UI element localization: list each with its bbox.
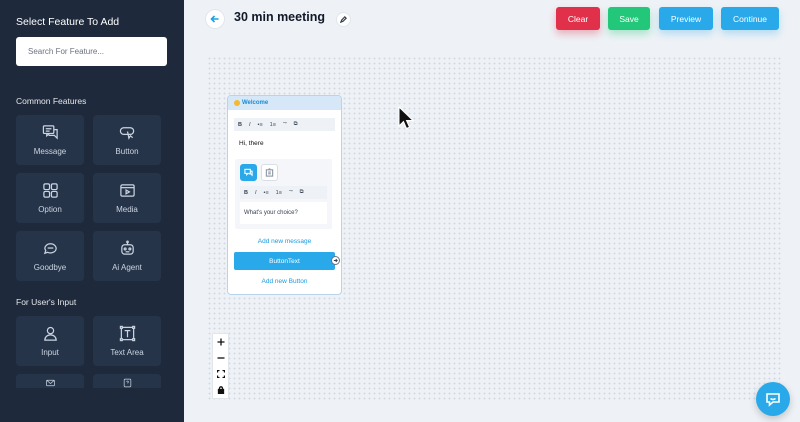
- feature-tile-label: Text Area: [110, 348, 144, 357]
- link-button[interactable]: ⧉: [300, 189, 304, 196]
- feature-tile-question-partial[interactable]: [93, 374, 161, 388]
- feature-sidebar: Select Feature To Add Common Features Me…: [0, 0, 184, 422]
- feature-tile-label: Input: [41, 348, 59, 357]
- bullet-list-button[interactable]: •≡: [264, 190, 269, 196]
- numbered-list-button[interactable]: 1≡: [276, 190, 282, 196]
- save-button[interactable]: Save: [608, 7, 650, 30]
- choice-format-toolbar: B I •≡ 1≡ “” ⧉: [240, 186, 327, 199]
- common-features-heading: Common Features: [16, 96, 87, 106]
- quote-button[interactable]: “”: [283, 122, 287, 128]
- edit-title-button[interactable]: [337, 13, 350, 26]
- link-button[interactable]: ⧉: [294, 121, 298, 128]
- text-area-icon: [119, 325, 135, 342]
- feature-search-input[interactable]: [16, 37, 167, 66]
- arrow-right-icon: [333, 258, 338, 263]
- feature-tile-label: Button: [115, 147, 139, 156]
- question-icon: [123, 378, 131, 388]
- choice-question-field[interactable]: What's your choice?: [240, 202, 327, 224]
- options-type-tab[interactable]: [261, 164, 278, 181]
- plus-icon: [217, 338, 224, 346]
- node-header[interactable]: Welcome: [228, 96, 341, 110]
- feature-tile-label: Goodbye: [33, 263, 67, 272]
- fit-view-button[interactable]: [213, 366, 228, 382]
- output-connector[interactable]: [331, 256, 340, 265]
- mail-icon: [45, 379, 55, 387]
- user-input-heading: For User's Input: [16, 297, 77, 307]
- message-text[interactable]: Hi, there: [239, 140, 264, 147]
- italic-button[interactable]: I: [249, 122, 251, 128]
- goodbye-icon: [43, 243, 57, 255]
- message-type-tab[interactable]: [240, 164, 257, 181]
- pencil-icon: [340, 16, 347, 23]
- feature-tile-button[interactable]: Button: [93, 115, 161, 165]
- add-new-button-link[interactable]: Add new Button: [228, 278, 341, 285]
- ai-agent-icon: [120, 240, 134, 255]
- back-button[interactable]: [206, 10, 224, 28]
- feature-tile-email-partial[interactable]: [16, 374, 84, 388]
- lock-button[interactable]: [213, 382, 228, 398]
- zoom-out-button[interactable]: [213, 350, 228, 366]
- option-list-icon: [265, 168, 274, 177]
- user-icon: [43, 326, 57, 341]
- message-icon: [42, 125, 58, 140]
- support-chat-button[interactable]: [756, 382, 790, 416]
- node-choice-button[interactable]: ButtonText: [234, 252, 335, 270]
- clear-button[interactable]: Clear: [556, 7, 600, 30]
- feature-tile-media[interactable]: Media: [93, 173, 161, 223]
- mouse-cursor-icon: [398, 106, 414, 130]
- option-icon: [42, 183, 58, 198]
- message-icon: [244, 168, 253, 177]
- welcome-node[interactable]: Welcome B I •≡ 1≡ “” ⧉ Hi, there B I •≡ …: [227, 95, 342, 295]
- preview-button[interactable]: Preview: [659, 7, 713, 30]
- bullet-list-button[interactable]: •≡: [258, 122, 263, 128]
- chat-bubble-icon: [766, 393, 780, 407]
- feature-tile-message[interactable]: Message: [16, 115, 84, 165]
- feature-tile-label: Media: [116, 205, 138, 214]
- feature-tile-label: Ai Agent: [112, 263, 142, 272]
- continue-button[interactable]: Continue: [721, 7, 779, 30]
- wave-emoji-icon: [234, 100, 240, 106]
- sidebar-title: Select Feature To Add: [16, 16, 120, 28]
- canvas-controls: [213, 334, 228, 398]
- button-icon: [119, 127, 134, 140]
- node-title: Welcome: [242, 100, 269, 106]
- quote-button[interactable]: “”: [289, 190, 293, 196]
- choice-block: B I •≡ 1≡ “” ⧉ What's your choice?: [235, 159, 332, 229]
- minus-icon: [217, 357, 224, 359]
- message-format-toolbar: B I •≡ 1≡ “” ⧉: [234, 118, 335, 131]
- page-title: 30 min meeting: [234, 10, 325, 24]
- lock-icon: [217, 386, 224, 394]
- feature-tile-goodbye[interactable]: Goodbye: [16, 231, 84, 281]
- zoom-in-button[interactable]: [213, 334, 228, 350]
- fullscreen-icon: [216, 370, 225, 378]
- italic-button[interactable]: I: [255, 190, 257, 196]
- arrow-left-icon: [210, 15, 219, 23]
- bold-button[interactable]: B: [238, 122, 242, 128]
- add-new-message-link[interactable]: Add new message: [228, 238, 341, 245]
- numbered-list-button[interactable]: 1≡: [270, 122, 276, 128]
- media-icon: [119, 184, 135, 197]
- feature-tile-option[interactable]: Option: [16, 173, 84, 223]
- feature-tile-input[interactable]: Input: [16, 316, 84, 366]
- feature-tile-text-area[interactable]: Text Area: [93, 316, 161, 366]
- feature-tile-label: Message: [33, 147, 67, 156]
- feature-tile-ai-agent[interactable]: Ai Agent: [93, 231, 161, 281]
- feature-tile-label: Option: [38, 205, 62, 214]
- bold-button[interactable]: B: [244, 190, 248, 196]
